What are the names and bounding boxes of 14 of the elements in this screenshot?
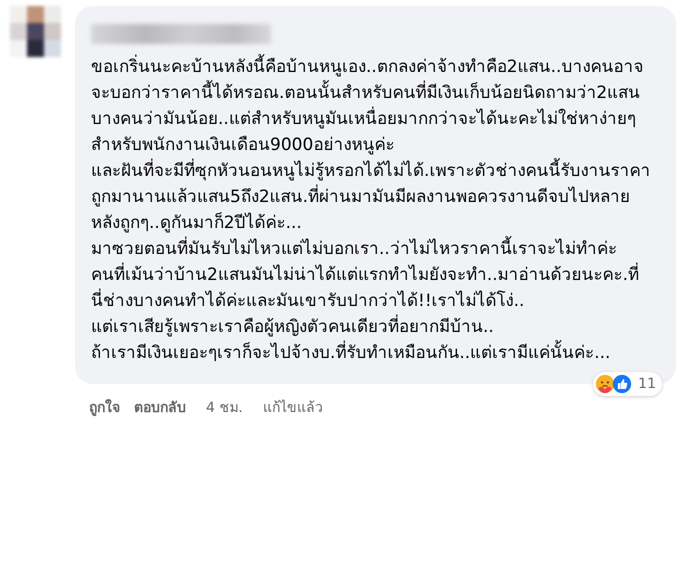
comment-text: มาซวยตอนที่มันรับไม่ไหวแต่ไม่บอกเรา..ว่าไม่ไหวราคานี้เราจะไม่ทำค่ะ bbox=[91, 236, 651, 262]
avatar[interactable] bbox=[10, 6, 61, 57]
comment-text: และฝันที่จะมีที่ซุกหัวนอนหนูไม่รู้หรอกได้ไม่ได้.เพราะตัวช่างคนนี้รับงานราคาถูกมานานแล้วแสน5ถึง2แสน.ที่ผ่านมามันมีผลงานพอควรงานดีจบไปหลายหลังถูกๆ..ดูกันมาก็2ปีได้ค่ะ... bbox=[91, 158, 651, 236]
like-icon bbox=[612, 374, 632, 394]
comment-text: แต่เราเสียรู้เพราะเราคือผู้หญิงตัวคนเดียวที่อยากมีบ้าน.. bbox=[91, 314, 651, 340]
timestamp[interactable]: 4 ชม. bbox=[206, 396, 243, 418]
comment-text: คนที่เม้นว่าบ้าน2แสนมันไม่น่าได้แต่แรกทำไมยังจะทำ..มาอ่านด้วยนะคะ.ที่นี่ช่างบางคนทำได้ค่ะและมันเขารับปากว่าได้!!เราไม่ได้โง่.. bbox=[91, 262, 651, 314]
reaction-count[interactable]: 11 bbox=[593, 372, 662, 396]
care-emoji-icon bbox=[595, 374, 616, 394]
comment-text: ขอเกริ่นนะคะบ้านหลังนี้คือบ้านหนูเอง..ตกลงค่าจ้างทำคือ2แสน..บางคนอาจจะบอกว่าราคานี้ได้หรอณ.ตอนนั้นสำหรับคนที่มีเงินเก็บน้อยนิดถามว่า2แสนบางคนว่ามันน้อย..แต่สำหรับหนูมันเหนื่อยมากกว่าจะได้นะคะไม่ใช่หาง่ายๆสำหรับพนักงานเงินเดือน9000อย่างหนูค่ะ bbox=[91, 54, 651, 158]
edited-label: แก้ไขแล้ว bbox=[262, 398, 323, 418]
comment-text: ถ้าเรามีเงินเยอะๆเราก็จะไปจ้างบ.ที่รับทำเหมือนกัน..แต่เรามีแค่นั้นค่ะ... bbox=[91, 340, 651, 366]
action-link[interactable]: ตอบกลับ bbox=[134, 396, 186, 418]
action-link[interactable]: ถูกใจ bbox=[89, 396, 120, 418]
